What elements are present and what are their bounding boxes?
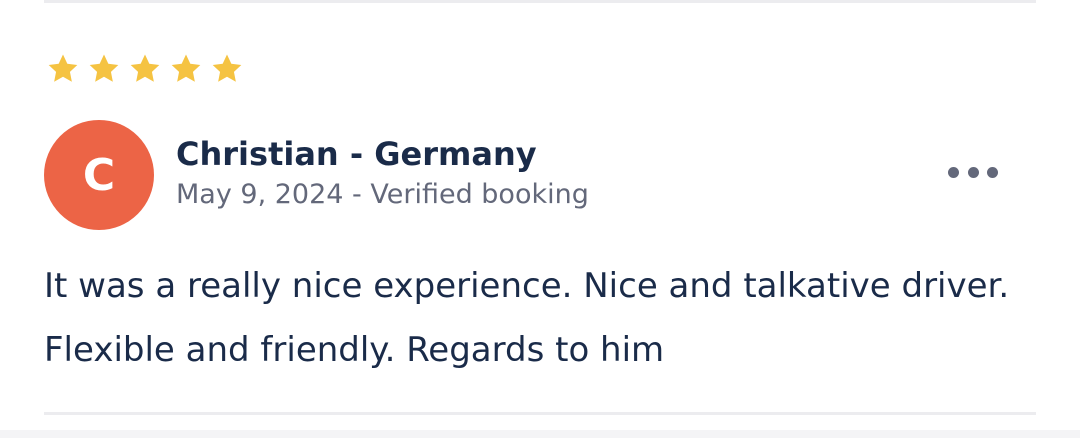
top-divider [44, 0, 1036, 3]
page-bottom-strip [0, 430, 1080, 438]
more-horizontal-icon [967, 166, 979, 178]
avatar-initial: C [82, 149, 116, 201]
review-text: It was a really nice experience. Nice an… [44, 266, 1010, 370]
reviewer-name: Christian - Germany [176, 135, 537, 173]
more-horizontal-icon [987, 166, 998, 178]
star-rating [46, 52, 244, 86]
review-date-and-status: May 9, 2024 - Verified booking [176, 179, 589, 210]
star-icon [48, 54, 78, 82]
more-horizontal-icon [948, 166, 959, 178]
bottom-divider [44, 412, 1036, 415]
avatar: C [44, 120, 154, 230]
star-icon [171, 54, 201, 82]
star-icon [212, 54, 242, 82]
star-icon [130, 54, 160, 82]
star-icon [89, 54, 119, 82]
more-options-button[interactable] [948, 160, 998, 184]
